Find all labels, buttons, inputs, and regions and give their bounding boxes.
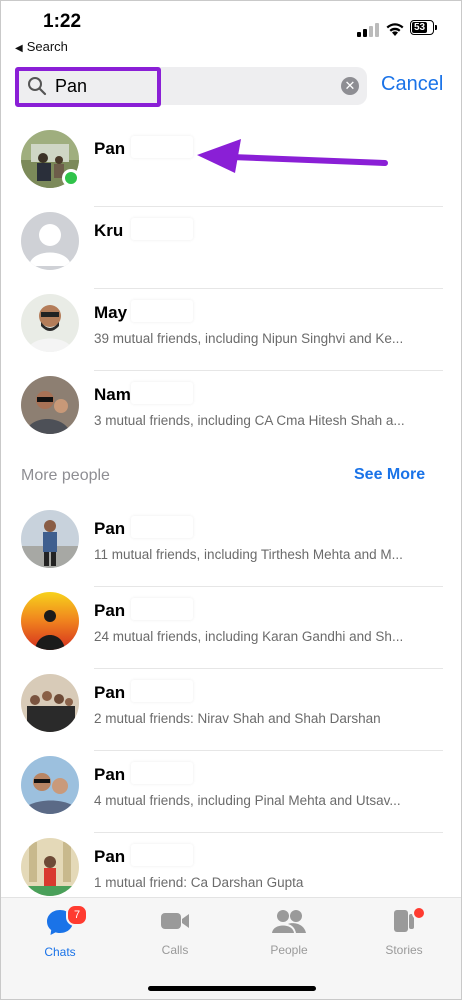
battery-level: 53 <box>412 22 427 33</box>
avatar <box>21 592 79 650</box>
tab-label: People <box>270 943 308 957</box>
messenger-search-screen: 1:22 ◀Search 53 ✕ Cancel Pan <box>0 0 462 1000</box>
unread-badge: 7 <box>66 904 88 926</box>
cancel-button[interactable]: Cancel <box>381 73 443 96</box>
video-camera-icon <box>161 913 189 929</box>
list-item[interactable]: Pan 4 mutual friends, including Pinal Me… <box>1 751 461 833</box>
avatar <box>21 510 79 568</box>
tab-label: Chats <box>44 945 76 959</box>
redaction-patch <box>131 382 193 404</box>
mutual-friends-text: 4 mutual friends, including Pinal Mehta … <box>94 793 401 808</box>
back-to-search-link[interactable]: ◀ Search <box>15 39 68 54</box>
mutual-friends-text: 39 mutual friends, including Nipun Singh… <box>94 331 404 346</box>
wifi-icon <box>386 23 404 36</box>
clear-search-icon[interactable]: ✕ <box>341 77 359 95</box>
redaction-patch <box>131 300 193 322</box>
battery-icon: 53 <box>410 20 437 35</box>
avatar <box>21 838 79 896</box>
redaction-patch <box>131 136 193 158</box>
contact-name: Pan <box>94 519 126 538</box>
status-time: 1:22 <box>43 11 82 32</box>
redaction-patch <box>131 680 193 702</box>
contact-name: Pan <box>94 683 126 702</box>
online-status-dot <box>62 169 80 187</box>
redaction-patch <box>131 218 193 240</box>
back-app-label: Search <box>26 39 68 54</box>
list-item[interactable]: Pan 2 mutual friends: Nirav Shah and Sha… <box>1 669 461 751</box>
contact-name: Pan <box>94 601 126 620</box>
list-item[interactable]: Kru <box>1 207 461 289</box>
mutual-friends-text: 2 mutual friends: Nirav Shah and Shah Da… <box>94 711 381 726</box>
contact-name: Nam <box>94 385 131 404</box>
tab-label: Calls <box>161 943 189 957</box>
avatar <box>21 674 79 732</box>
mutual-friends-text: 3 mutual friends, including CA Cma Hites… <box>94 413 405 428</box>
contact-name: Kru <box>94 221 124 240</box>
redaction-patch <box>131 762 193 784</box>
list-item[interactable]: May 39 mutual friends, including Nipun S… <box>1 289 461 371</box>
tab-label: Stories <box>385 943 423 957</box>
contact-name: Pan <box>94 847 126 866</box>
more-people-header: More people See More <box>1 459 461 493</box>
mutual-friends-text: 11 mutual friends, including Tirthesh Me… <box>94 547 403 562</box>
status-bar: 1:22 ◀ Search 53 <box>1 1 461 61</box>
tab-calls[interactable]: Calls <box>135 908 215 957</box>
contact-name: May <box>94 303 128 322</box>
tab-people[interactable]: People <box>249 908 329 957</box>
list-item[interactable]: Nam 3 mutual friends, including CA Cma H… <box>1 371 461 453</box>
avatar <box>21 756 79 814</box>
list-item[interactable]: Pan 24 mutual friends, including Karan G… <box>1 587 461 669</box>
redaction-patch <box>131 516 193 538</box>
redaction-patch <box>131 598 193 620</box>
see-more-button[interactable]: See More <box>354 466 425 484</box>
list-item[interactable]: Pan 11 mutual friends, including Tirthes… <box>1 505 461 587</box>
new-story-dot <box>412 906 426 920</box>
annotation-arrow-icon <box>197 139 388 173</box>
contact-name: Pan <box>94 139 126 158</box>
tab-bar: 7 Chats Calls People Stories <box>1 897 461 999</box>
avatar <box>21 212 79 270</box>
back-triangle-icon: ◀ <box>15 43 23 54</box>
home-indicator[interactable] <box>148 986 316 991</box>
signal-icon <box>357 23 379 37</box>
people-icon <box>272 910 306 933</box>
contact-name: Pan <box>94 765 126 784</box>
tab-stories[interactable]: Stories <box>364 906 444 957</box>
avatar <box>21 294 79 352</box>
search-highlight-box <box>15 67 161 107</box>
section-title: More people <box>21 467 110 484</box>
tab-chats[interactable]: 7 Chats <box>20 904 100 959</box>
avatar <box>21 376 79 434</box>
mutual-friends-text: 1 mutual friend: Ca Darshan Gupta <box>94 875 304 890</box>
redaction-patch <box>131 844 193 866</box>
mutual-friends-text: 24 mutual friends, including Karan Gandh… <box>94 629 404 644</box>
